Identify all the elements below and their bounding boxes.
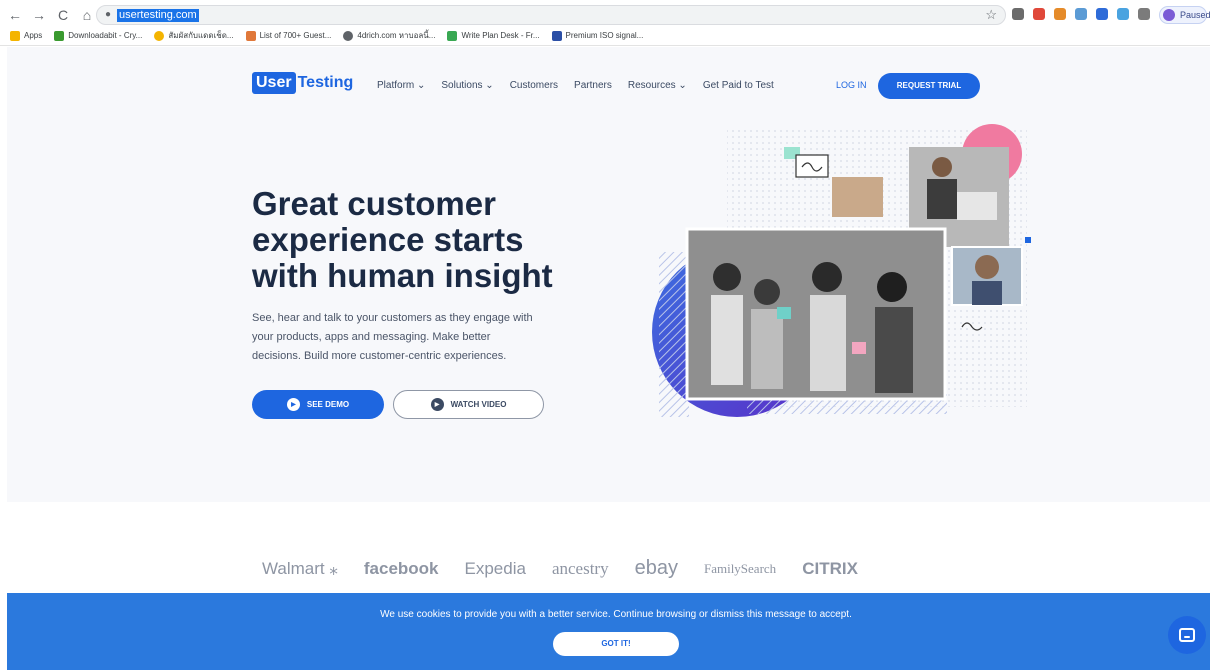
bookmark-favicon xyxy=(245,30,256,41)
extension-icon[interactable] xyxy=(1096,8,1108,20)
logo-walmart: Walmart ⁎ xyxy=(262,558,338,578)
usertesting-logo[interactable]: User Testing xyxy=(252,72,353,94)
home-icon[interactable]: ⌂ xyxy=(80,6,94,24)
nav-solutions[interactable]: Solutions ⌄ xyxy=(441,80,493,91)
reload-icon[interactable]: C xyxy=(56,6,70,24)
see-demo-label: SEE DEMO xyxy=(306,400,350,409)
lock-icon: ● xyxy=(105,9,112,20)
web-page: User Testing Platform ⌄ Solutions ⌄ Cust… xyxy=(7,47,1210,670)
extension-icon[interactable] xyxy=(1033,8,1045,20)
nav-customers[interactable]: Customers xyxy=(510,80,558,91)
apps-grid-icon xyxy=(10,30,20,41)
hero-collage xyxy=(652,124,1031,417)
bookmark-item[interactable]: 4drich.com หาบอลนี้... xyxy=(343,29,435,42)
photo-woman-phone xyxy=(832,177,883,217)
logo-facebook: facebook xyxy=(363,558,439,578)
customer-logos: Walmart ⁎ facebook Expedia ancestry ebay… xyxy=(262,557,858,580)
address-bar[interactable]: ● usertesting.com ☆ xyxy=(96,5,1006,25)
profile-button[interactable]: Paused xyxy=(1159,6,1210,24)
play-icon: ▶ xyxy=(430,398,444,411)
watch-video-label: WATCH VIDEO xyxy=(450,400,507,409)
bookmark-item[interactable]: Downloadabit - Cry... xyxy=(54,29,142,42)
blue-square xyxy=(1025,237,1031,243)
logo-ebay: ebay xyxy=(634,557,678,579)
logo-user: User xyxy=(252,72,296,94)
play-icon: ▶ xyxy=(286,398,300,411)
nav-partners[interactable]: Partners xyxy=(574,80,612,91)
hero-section: User Testing Platform ⌄ Solutions ⌄ Cust… xyxy=(7,47,1210,502)
request-trial-button[interactable]: REQUEST TRIAL xyxy=(878,73,980,99)
chat-launcher-button[interactable] xyxy=(1168,616,1206,654)
stripe-pattern xyxy=(659,252,689,417)
profile-status: Paused xyxy=(1180,10,1210,20)
login-link[interactable]: LOG IN xyxy=(836,80,867,90)
back-icon[interactable]: ← xyxy=(8,6,22,24)
hero-subtext: See, hear and talk to your customers as … xyxy=(252,312,533,362)
browser-nav: ← → C ⌂ xyxy=(8,6,94,24)
logo-expedia: Expedia xyxy=(464,558,526,578)
bookmark-item[interactable]: Write Plan Desk - Fr... xyxy=(447,29,540,42)
extension-icon[interactable] xyxy=(1054,8,1066,20)
got-it-button[interactable]: GOT IT! xyxy=(553,632,679,656)
bookmark-item[interactable]: สัมผัสกับแดดเช็ด... xyxy=(154,29,234,42)
url-text[interactable]: usertesting.com xyxy=(117,9,199,22)
extensions-bar xyxy=(1012,8,1150,20)
nav-resources[interactable]: Resources ⌄ xyxy=(628,80,687,91)
nav-get-paid[interactable]: Get Paid to Test xyxy=(703,80,774,91)
nav-platform[interactable]: Platform ⌄ xyxy=(377,80,425,91)
bookmark-item[interactable]: Premium ISO signal... xyxy=(551,29,643,42)
bookmark-favicon xyxy=(343,30,354,41)
cookie-banner: We use cookies to provide you with a bet… xyxy=(7,593,1210,670)
extension-icon[interactable] xyxy=(1012,8,1024,20)
reading-list-icon[interactable] xyxy=(1138,8,1150,20)
logo-ancestry: ancestry xyxy=(551,558,609,578)
cookie-message: We use cookies to provide you with a bet… xyxy=(380,609,852,620)
avatar-icon xyxy=(1163,9,1175,21)
logo-testing: Testing xyxy=(297,74,354,91)
star-icon[interactable]: ☆ xyxy=(985,7,997,23)
extension-icon[interactable] xyxy=(1075,8,1087,20)
bookmark-favicon xyxy=(551,30,562,41)
chat-icon xyxy=(1179,628,1195,642)
bookmark-item[interactable]: List of 700+ Guest... xyxy=(245,29,331,42)
bookmark-favicon xyxy=(54,30,65,41)
see-demo-button[interactable]: ▶ SEE DEMO xyxy=(252,390,384,419)
hero-headline: Great customer experience starts with hu… xyxy=(252,185,553,294)
extension-icon[interactable] xyxy=(1117,8,1129,20)
logo-citrix: CITRIX xyxy=(802,558,858,578)
bookmark-item[interactable]: Apps xyxy=(10,29,42,42)
watch-video-button[interactable]: ▶ WATCH VIDEO xyxy=(393,390,544,419)
main-nav: Platform ⌄ Solutions ⌄ Customers Partner… xyxy=(377,80,774,91)
bookmarks-bar: Apps Downloadabit - Cry... สัมผัสกับแดดเ… xyxy=(10,29,643,42)
logo-familysearch: FamilySearch xyxy=(703,560,777,576)
bookmark-favicon xyxy=(154,30,165,41)
forward-icon[interactable]: → xyxy=(32,6,46,24)
bookmark-favicon xyxy=(447,30,458,41)
browser-chrome: ← → C ⌂ ● usertesting.com ☆ Paused Apps … xyxy=(0,0,1210,46)
